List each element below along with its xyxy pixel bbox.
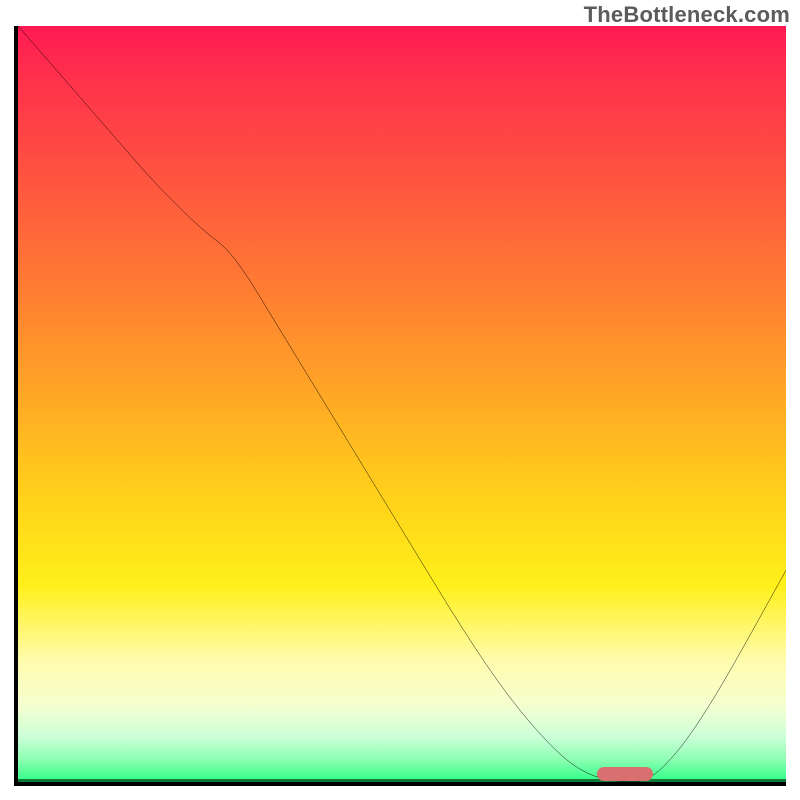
plot-area — [14, 26, 786, 786]
optimal-range-marker — [597, 767, 653, 781]
chart-frame: TheBottleneck.com — [0, 0, 800, 800]
green-baseline-strip — [18, 779, 786, 782]
heat-gradient-background — [18, 26, 786, 782]
watermark-text: TheBottleneck.com — [584, 2, 790, 28]
